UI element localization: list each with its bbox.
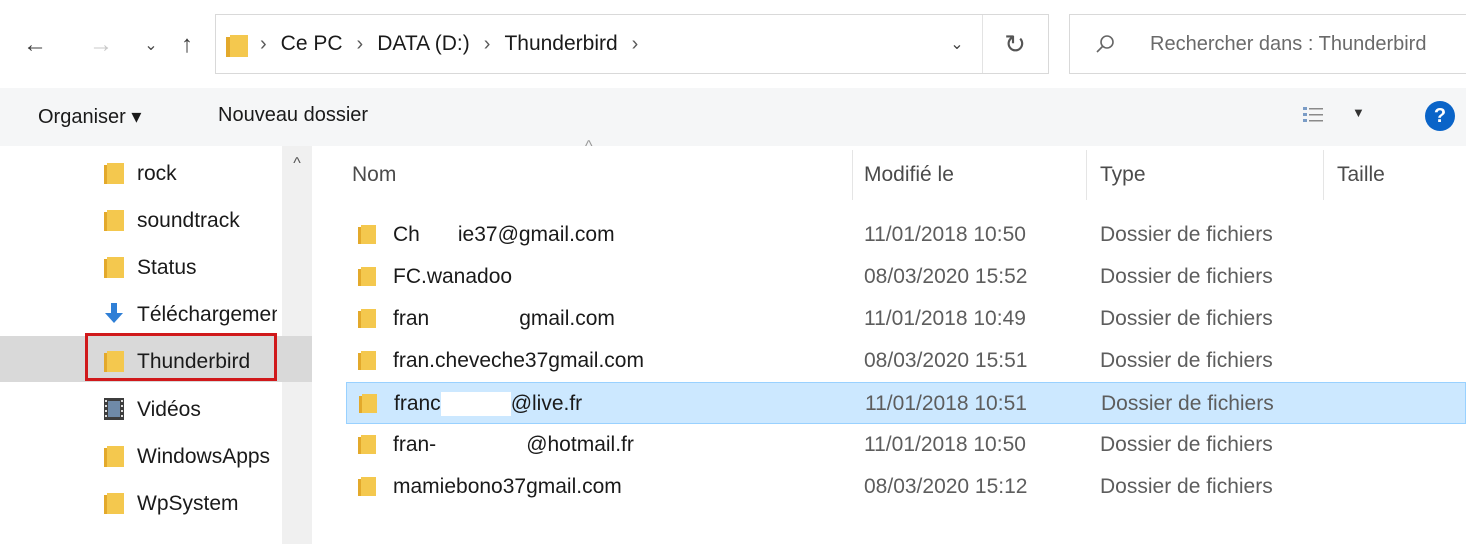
file-modified: 08/03/2020 15:12 bbox=[864, 475, 1028, 498]
details-view-icon[interactable] bbox=[1302, 105, 1324, 127]
file-type: Dossier de fichiers bbox=[1100, 475, 1273, 498]
chevron-down-icon: ⌄ bbox=[144, 37, 158, 54]
file-name: FC.wanadoo bbox=[393, 265, 513, 288]
address-bar[interactable]: › Ce PC › DATA (D:) › Thunderbird › ⌄ ↻ bbox=[215, 14, 1049, 74]
sidebar-item-downloads[interactable]: Téléchargements bbox=[0, 291, 282, 337]
file-type: Dossier de fichiers bbox=[1100, 307, 1273, 330]
folder-icon bbox=[358, 351, 376, 370]
breadcrumb-item[interactable]: DATA (D:) bbox=[377, 32, 470, 56]
sidebar-item-label: soundtrack bbox=[137, 209, 240, 232]
breadcrumb-item[interactable]: Thunderbird bbox=[504, 32, 617, 56]
chevron-down-icon: ⌄ bbox=[950, 36, 964, 53]
folder-icon bbox=[358, 225, 376, 244]
file-name: fran.cheveche37gmail.com bbox=[393, 349, 644, 372]
file-type: Dossier de fichiers bbox=[1100, 223, 1273, 246]
file-row[interactable]: FC.wanadoo 08/03/2020 15:52 Dossier de f… bbox=[346, 256, 1466, 298]
refresh-icon: ↻ bbox=[1004, 28, 1026, 59]
file-type: Dossier de fichiers bbox=[1101, 392, 1274, 415]
folder-icon bbox=[359, 394, 377, 413]
address-history-dropdown[interactable]: ⌄ bbox=[944, 31, 970, 57]
file-type: Dossier de fichiers bbox=[1100, 265, 1273, 288]
sidebar-item-rock[interactable]: rock bbox=[0, 150, 282, 196]
column-divider[interactable] bbox=[1086, 150, 1087, 200]
folder-icon bbox=[104, 493, 124, 514]
chevron-right-icon[interactable]: › bbox=[632, 33, 639, 56]
arrow-left-icon: ← bbox=[23, 31, 47, 58]
folder-icon bbox=[104, 446, 124, 467]
organize-button[interactable]: Organiser ▾ bbox=[38, 104, 141, 129]
file-row[interactable]: fran.cheveche37gmail.com 08/03/2020 15:5… bbox=[346, 340, 1466, 382]
search-input[interactable] bbox=[1150, 27, 1466, 61]
annotation-highlight-box bbox=[85, 333, 277, 381]
file-type: Dossier de fichiers bbox=[1100, 433, 1273, 456]
breadcrumb: › Ce PC › DATA (D:) › Thunderbird › bbox=[260, 15, 652, 73]
chevron-right-icon: › bbox=[356, 32, 364, 55]
scroll-up-arrow[interactable]: ^ bbox=[282, 152, 312, 176]
sidebar-item-videos[interactable]: Vidéos bbox=[0, 386, 282, 432]
sidebar-item-label: Vidéos bbox=[137, 398, 201, 421]
file-modified: 11/01/2018 10:51 bbox=[865, 392, 1027, 415]
file-row[interactable]: fran- @hotmail.fr 11/01/2018 10:50 Dossie… bbox=[346, 424, 1466, 466]
file-name: fran gmail.com bbox=[393, 307, 615, 332]
column-header-type[interactable]: Type bbox=[1100, 163, 1146, 213]
file-type: Dossier de fichiers bbox=[1100, 349, 1273, 372]
arrow-right-icon: → bbox=[89, 31, 113, 58]
file-name: fran- @hotmail.fr bbox=[393, 433, 634, 458]
file-modified: 11/01/2018 10:50 bbox=[864, 433, 1026, 456]
sidebar-item-wpsystem[interactable]: WpSystem bbox=[0, 480, 282, 526]
column-divider[interactable] bbox=[1323, 150, 1324, 200]
folder-icon bbox=[358, 435, 376, 454]
file-modified: 11/01/2018 10:49 bbox=[864, 307, 1026, 330]
file-name: franc @live.fr bbox=[394, 392, 583, 417]
download-icon bbox=[105, 303, 123, 323]
chevron-right-icon: › bbox=[260, 32, 267, 55]
file-name: mamiebono37gmail.com bbox=[393, 475, 622, 498]
refresh-button[interactable]: ↻ bbox=[998, 27, 1032, 61]
sidebar-item-status[interactable]: Status bbox=[0, 244, 282, 290]
up-button[interactable]: ↑ bbox=[174, 30, 200, 60]
folder-icon bbox=[226, 35, 248, 57]
sidebar-item-windowsapps[interactable]: WindowsApps bbox=[0, 433, 282, 479]
column-header-modified[interactable]: Modifié le bbox=[864, 163, 954, 213]
search-box[interactable] bbox=[1069, 14, 1466, 74]
divider bbox=[982, 15, 983, 73]
recent-locations-button[interactable]: ⌄ bbox=[138, 30, 164, 60]
forward-button[interactable]: → bbox=[88, 30, 114, 60]
help-button[interactable]: ? bbox=[1425, 101, 1455, 131]
arrow-up-icon: ↑ bbox=[181, 31, 193, 58]
sort-ascending-icon: ^ bbox=[585, 138, 593, 155]
sidebar-item-soundtrack[interactable]: soundtrack bbox=[0, 197, 282, 243]
back-button[interactable]: ← bbox=[22, 30, 48, 60]
search-icon bbox=[1096, 35, 1114, 53]
file-row[interactable]: fran gmail.com 11/01/2018 10:49 Dossier d… bbox=[346, 298, 1466, 340]
folder-icon bbox=[358, 477, 376, 496]
file-modified: 08/03/2020 15:52 bbox=[864, 265, 1028, 288]
folder-icon bbox=[358, 267, 376, 286]
folder-icon bbox=[104, 163, 124, 184]
breadcrumb-item[interactable]: Ce PC bbox=[281, 32, 343, 56]
file-row-selected[interactable]: franc @live.fr 11/01/2018 10:51 Dossier d… bbox=[346, 382, 1466, 424]
file-row[interactable]: mamiebono37gmail.com 08/03/2020 15:12 Do… bbox=[346, 466, 1466, 508]
sidebar-item-label: WpSystem bbox=[137, 492, 239, 515]
column-divider[interactable] bbox=[852, 150, 853, 200]
folder-icon bbox=[358, 309, 376, 328]
column-header-name[interactable]: Nom bbox=[352, 163, 396, 213]
new-folder-button[interactable]: Nouveau dossier bbox=[218, 104, 368, 127]
sidebar-item-label: WindowsApps bbox=[137, 445, 271, 468]
sidebar-item-label: Téléchargements bbox=[137, 303, 277, 326]
chevron-right-icon: › bbox=[483, 32, 491, 55]
file-name: Ch ie37@gmail.com bbox=[393, 223, 615, 248]
video-icon bbox=[104, 398, 124, 420]
command-bar: Organiser ▾ Nouveau dossier ▼ ? bbox=[0, 88, 1466, 146]
sidebar-item-label: rock bbox=[137, 162, 177, 185]
file-modified: 11/01/2018 10:50 bbox=[864, 223, 1026, 246]
file-row[interactable]: Ch ie37@gmail.com 11/01/2018 10:50 Dossie… bbox=[346, 214, 1466, 256]
folder-icon bbox=[104, 257, 124, 278]
sidebar-item-label: Status bbox=[137, 256, 197, 279]
file-modified: 08/03/2020 15:51 bbox=[864, 349, 1028, 372]
column-header-size[interactable]: Taille bbox=[1337, 163, 1385, 213]
folder-icon bbox=[104, 210, 124, 231]
view-options-dropdown[interactable]: ▼ bbox=[1352, 105, 1365, 120]
